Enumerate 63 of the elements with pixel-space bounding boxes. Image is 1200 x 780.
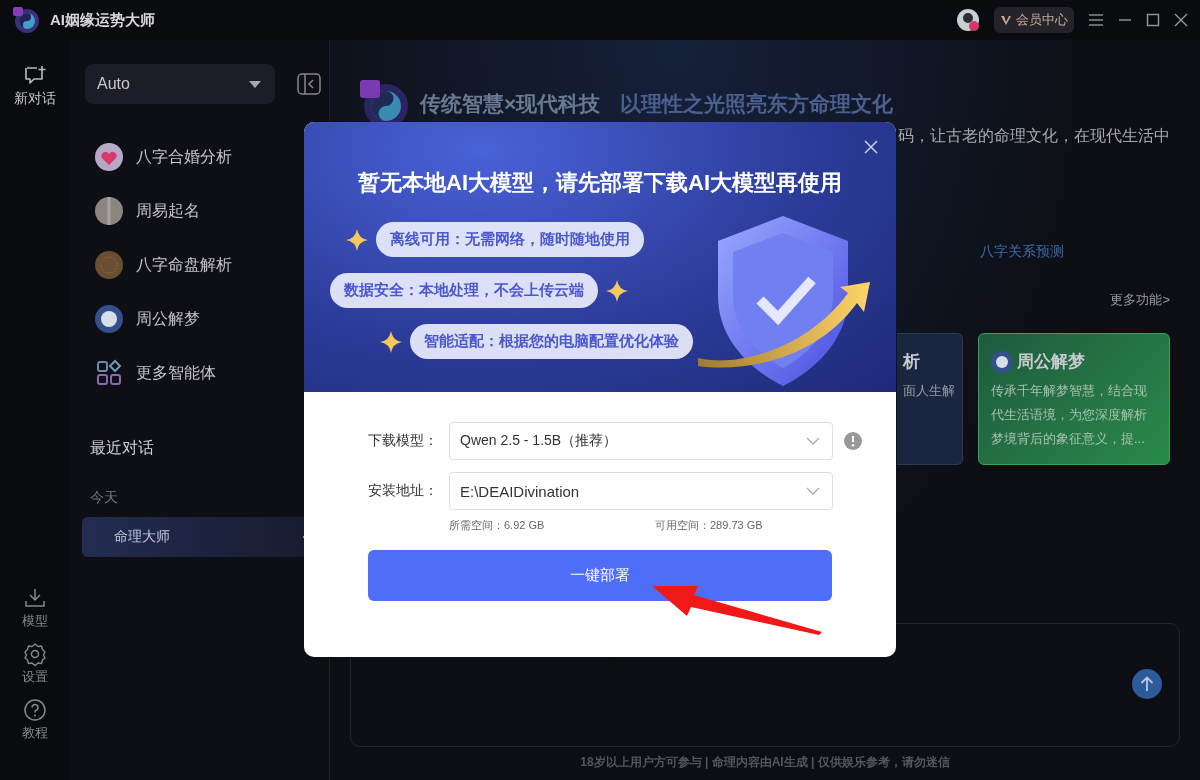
tab[interactable]: 八字关系预测 xyxy=(980,243,1064,261)
download-icon xyxy=(23,586,47,610)
moon-avatar-icon xyxy=(991,350,1013,373)
agent-item[interactable]: 周公解梦 xyxy=(82,292,302,346)
deploy-button[interactable]: 一键部署 xyxy=(368,550,832,601)
card-title: 析 xyxy=(903,351,920,373)
sparkle-icon xyxy=(346,228,368,251)
feature-pill: 离线可用：无需网络，随时随地使用 xyxy=(376,222,644,257)
feature-pill: 智能适配：根据您的电脑配置优化体验 xyxy=(410,324,693,359)
app-logo-icon xyxy=(12,6,40,34)
chevron-down-icon xyxy=(806,487,820,495)
menu-icon[interactable] xyxy=(1088,13,1104,27)
agent-item[interactable]: 更多智能体 xyxy=(82,346,302,400)
collapse-sidebar-icon[interactable] xyxy=(297,73,321,95)
agent-item[interactable]: 八字合婚分析 xyxy=(82,130,302,184)
disc-avatar-icon xyxy=(95,251,123,279)
maximize-icon[interactable] xyxy=(1146,13,1160,27)
section-title: 最近对话 xyxy=(90,438,155,458)
intro-text: 码，让古老的命理文化，在现代生活中 xyxy=(898,127,1170,144)
apps-grid-icon xyxy=(95,359,123,387)
free-space-text: 可用空间：289.73 GB xyxy=(655,518,764,533)
sparkle-icon xyxy=(380,330,402,353)
headline-accent: 传统智慧×现代科技 xyxy=(420,91,601,117)
send-button-icon[interactable] xyxy=(1132,669,1162,699)
sparkle-icon xyxy=(606,279,628,302)
feature-card[interactable]: 析 面人生解 xyxy=(897,333,963,465)
agent-item[interactable]: 周易起名 xyxy=(82,184,302,238)
group-label: 今天 xyxy=(90,489,119,507)
select-field[interactable]: E:\DEAIDivination xyxy=(449,472,833,510)
rail-button[interactable]: 教程 xyxy=(22,698,48,742)
stone-avatar-icon xyxy=(95,197,123,225)
model-select[interactable]: Auto xyxy=(85,64,275,104)
dropdown-caret-icon xyxy=(249,80,261,88)
headline: 以理性之光照亮东方命理文化 xyxy=(620,91,894,117)
required-space-text: 所需空间：6.92 GB xyxy=(449,518,546,533)
rail-button[interactable]: 新对话 xyxy=(14,64,56,108)
app-title: AI姻缘运势大师 xyxy=(50,10,155,30)
chat-title: 命理大师 xyxy=(114,528,170,546)
heart-avatar-icon xyxy=(95,143,123,171)
rail-button[interactable]: 设置 xyxy=(22,642,48,686)
field-label: 下载模型： xyxy=(368,432,439,450)
select-field[interactable]: Qwen 2.5 - 1.5B（推荐） xyxy=(449,422,833,460)
dialog-title: 暂无本地AI大模型，请先部署下载AI大模型再使用 xyxy=(357,169,843,197)
feature-card[interactable]: 周公解梦 传承千年解梦智慧，结合现代生活语境，为您深度解析梦境背后的象征意义，提... xyxy=(978,333,1170,465)
moon-avatar-icon xyxy=(95,305,123,333)
disclaimer-text: 18岁以上用户方可参与 | 命理内容由AI生成 | 仅供娱乐参考，请勿迷信 xyxy=(579,754,951,771)
settings-icon xyxy=(23,642,47,666)
v-icon xyxy=(1000,14,1012,26)
avatar-icon[interactable] xyxy=(956,8,980,32)
help-icon xyxy=(23,698,47,722)
chevron-down-icon xyxy=(806,437,820,445)
close-icon[interactable] xyxy=(864,140,878,154)
vip-center-button[interactable]: 会员中心 xyxy=(994,7,1074,33)
card-description: 面人生解 xyxy=(903,382,956,400)
agent-item[interactable]: 八字命盘解析 xyxy=(82,238,302,292)
more-link[interactable]: 更多功能> xyxy=(1110,291,1170,309)
close-icon[interactable] xyxy=(1174,13,1188,27)
feature-pill: 数据安全：本地处理，不会上传云端 xyxy=(330,273,598,308)
rail-button[interactable]: 模型 xyxy=(22,586,48,630)
field-label: 安装地址： xyxy=(368,482,439,500)
info-icon[interactable] xyxy=(844,432,862,450)
card-title: 周公解梦 xyxy=(1017,351,1085,373)
card-description: 传承千年解梦智慧，结合现代生活语境，为您深度解析梦境背后的象征意义，提... xyxy=(991,382,1148,448)
